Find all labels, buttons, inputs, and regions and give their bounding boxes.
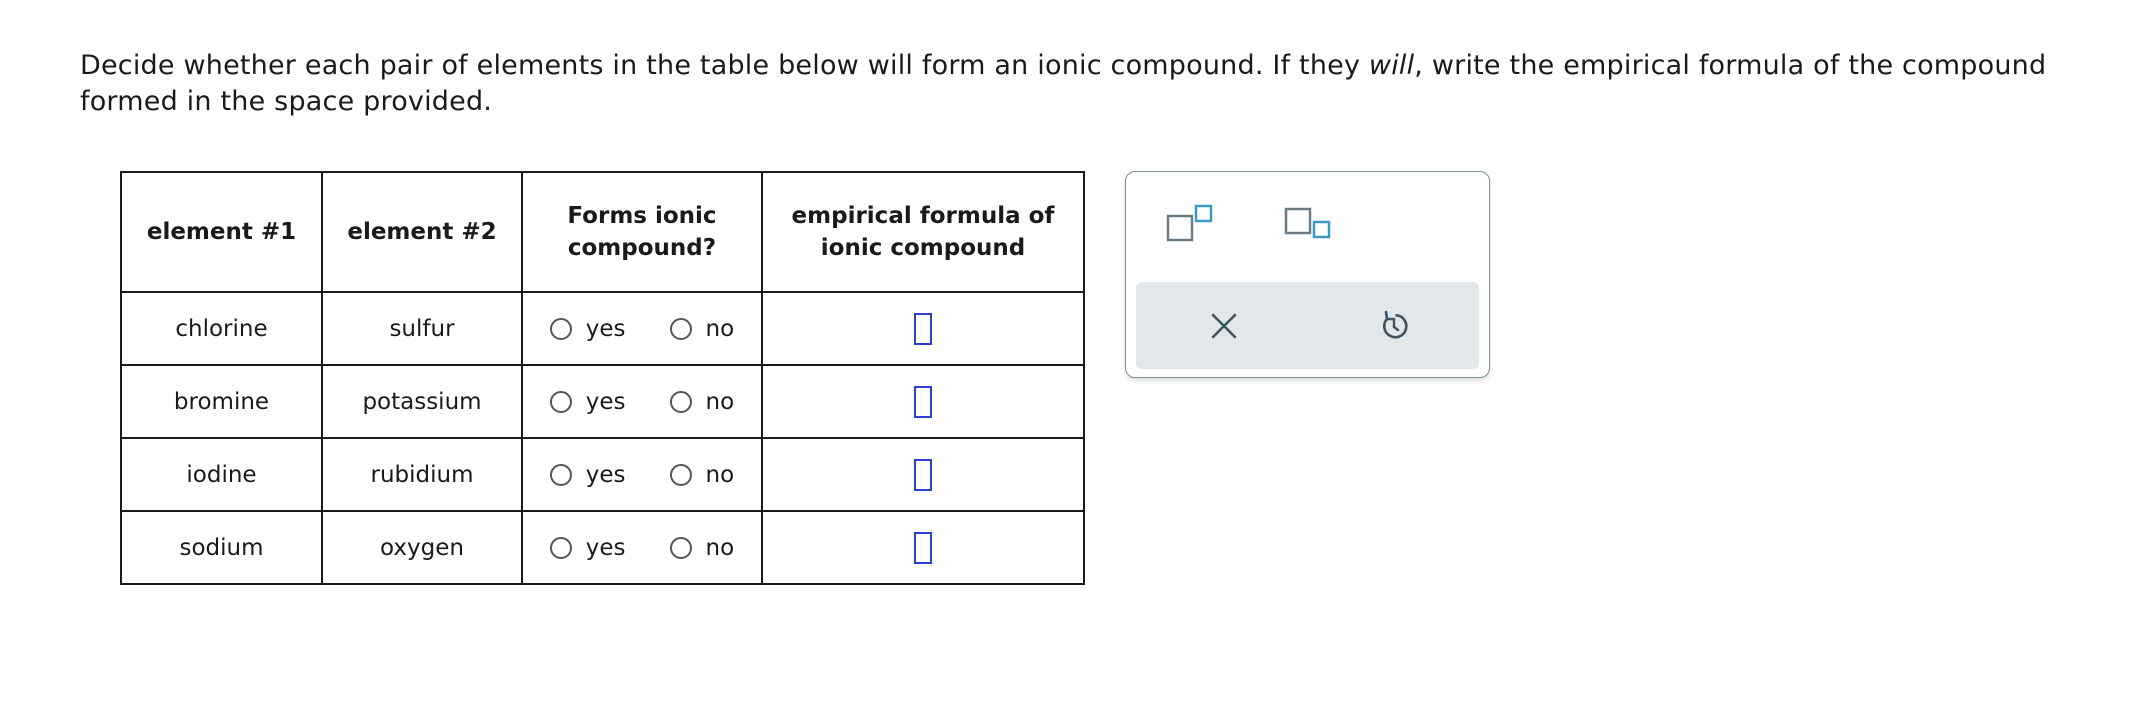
undo-button[interactable] bbox=[1376, 308, 1412, 344]
header-formula-line1: empirical formula of bbox=[791, 203, 1055, 229]
no-label: no bbox=[705, 388, 735, 415]
table-row: chlorine sulfur yes no bbox=[120, 291, 1085, 366]
no-label: no bbox=[705, 534, 735, 561]
no-radio-button[interactable] bbox=[669, 317, 692, 340]
row-element2: oxygen bbox=[321, 510, 523, 585]
table-header-row: element #1 element #2 Forms ionic compoun… bbox=[120, 171, 1085, 293]
no-label: no bbox=[705, 461, 735, 488]
no-radio-option[interactable]: no bbox=[669, 315, 735, 342]
header-forms-ionic: Forms ionic compound? bbox=[521, 171, 763, 293]
row-element2: sulfur bbox=[321, 291, 523, 366]
yes-radio-option[interactable]: yes bbox=[549, 534, 626, 561]
table-row: sodium oxygen yes no bbox=[120, 510, 1085, 585]
close-icon bbox=[1211, 313, 1237, 339]
question-text: Decide whether each pair of elements in … bbox=[80, 48, 2120, 120]
undo-icon bbox=[1382, 310, 1408, 339]
no-label: no bbox=[705, 315, 735, 342]
forms-ionic-cell: yes no bbox=[521, 364, 763, 439]
header-empirical-formula: empirical formula of ionic compound bbox=[761, 171, 1085, 293]
formula-answer-input[interactable] bbox=[914, 458, 932, 491]
formula-answer-input[interactable] bbox=[914, 531, 932, 564]
formula-palette bbox=[1125, 171, 1490, 378]
yes-label: yes bbox=[585, 315, 626, 342]
superscript-icon bbox=[1166, 204, 1213, 242]
subscript-icon bbox=[1284, 207, 1331, 239]
yes-radio-button[interactable] bbox=[549, 390, 572, 413]
yes-radio-button[interactable] bbox=[549, 536, 572, 559]
question-emphasis: will bbox=[1368, 50, 1415, 81]
header-element1: element #1 bbox=[120, 171, 323, 293]
header-element2: element #2 bbox=[321, 171, 523, 293]
yes-radio-option[interactable]: yes bbox=[549, 461, 626, 488]
row-element2: potassium bbox=[321, 364, 523, 439]
forms-ionic-cell: yes no bbox=[521, 437, 763, 512]
no-radio-option[interactable]: no bbox=[669, 461, 735, 488]
palette-action-bar bbox=[1136, 282, 1479, 369]
row-element1: bromine bbox=[120, 364, 323, 439]
no-radio-button[interactable] bbox=[669, 463, 692, 486]
yes-label: yes bbox=[585, 388, 626, 415]
question-part1: Decide whether each pair of elements in … bbox=[80, 50, 1369, 81]
row-element1: chlorine bbox=[120, 291, 323, 366]
no-radio-button[interactable] bbox=[669, 390, 692, 413]
subscript-button[interactable] bbox=[1284, 207, 1334, 247]
yes-label: yes bbox=[585, 534, 626, 561]
yes-radio-option[interactable]: yes bbox=[549, 315, 626, 342]
forms-ionic-cell: yes no bbox=[521, 291, 763, 366]
no-radio-button[interactable] bbox=[669, 536, 692, 559]
formula-cell bbox=[761, 437, 1085, 512]
yes-label: yes bbox=[585, 461, 626, 488]
no-radio-option[interactable]: no bbox=[669, 388, 735, 415]
clear-button[interactable] bbox=[1206, 308, 1242, 344]
header-forms-line2: compound? bbox=[567, 235, 717, 261]
forms-ionic-cell: yes no bbox=[521, 510, 763, 585]
row-element1: sodium bbox=[120, 510, 323, 585]
header-forms-line1: Forms ionic bbox=[567, 203, 717, 229]
yes-radio-button[interactable] bbox=[549, 463, 572, 486]
superscript-button[interactable] bbox=[1166, 204, 1216, 244]
yes-radio-option[interactable]: yes bbox=[549, 388, 626, 415]
formula-answer-input[interactable] bbox=[914, 385, 932, 418]
table-row: iodine rubidium yes no bbox=[120, 437, 1085, 512]
formula-cell bbox=[761, 510, 1085, 585]
row-element1: iodine bbox=[120, 437, 323, 512]
formula-answer-input[interactable] bbox=[914, 312, 932, 345]
row-element2: rubidium bbox=[321, 437, 523, 512]
header-formula-line2: ionic compound bbox=[820, 235, 1026, 261]
formula-cell bbox=[761, 291, 1085, 366]
elements-table: element #1 element #2 Forms ionic compoun… bbox=[120, 171, 1085, 585]
formula-cell bbox=[761, 364, 1085, 439]
yes-radio-button[interactable] bbox=[549, 317, 572, 340]
no-radio-option[interactable]: no bbox=[669, 534, 735, 561]
table-row: bromine potassium yes no bbox=[120, 364, 1085, 439]
